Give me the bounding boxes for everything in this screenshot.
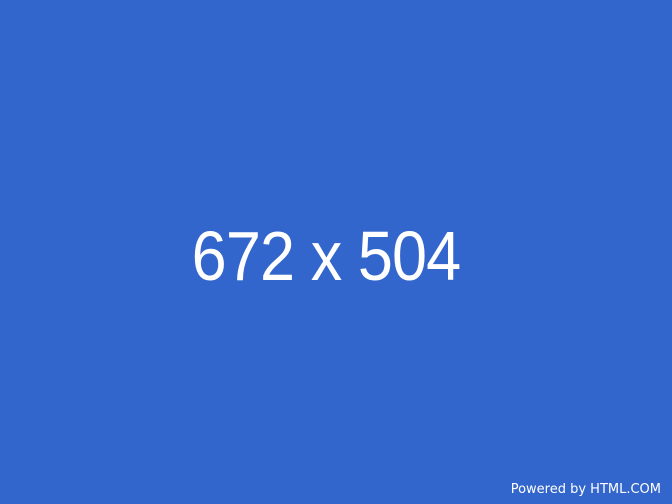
placeholder-image: 672 x 504 Powered by HTML.COM: [0, 0, 672, 504]
powered-by-credit: Powered by HTML.COM: [510, 482, 661, 497]
dimensions-label: 672 x 504: [191, 217, 462, 295]
